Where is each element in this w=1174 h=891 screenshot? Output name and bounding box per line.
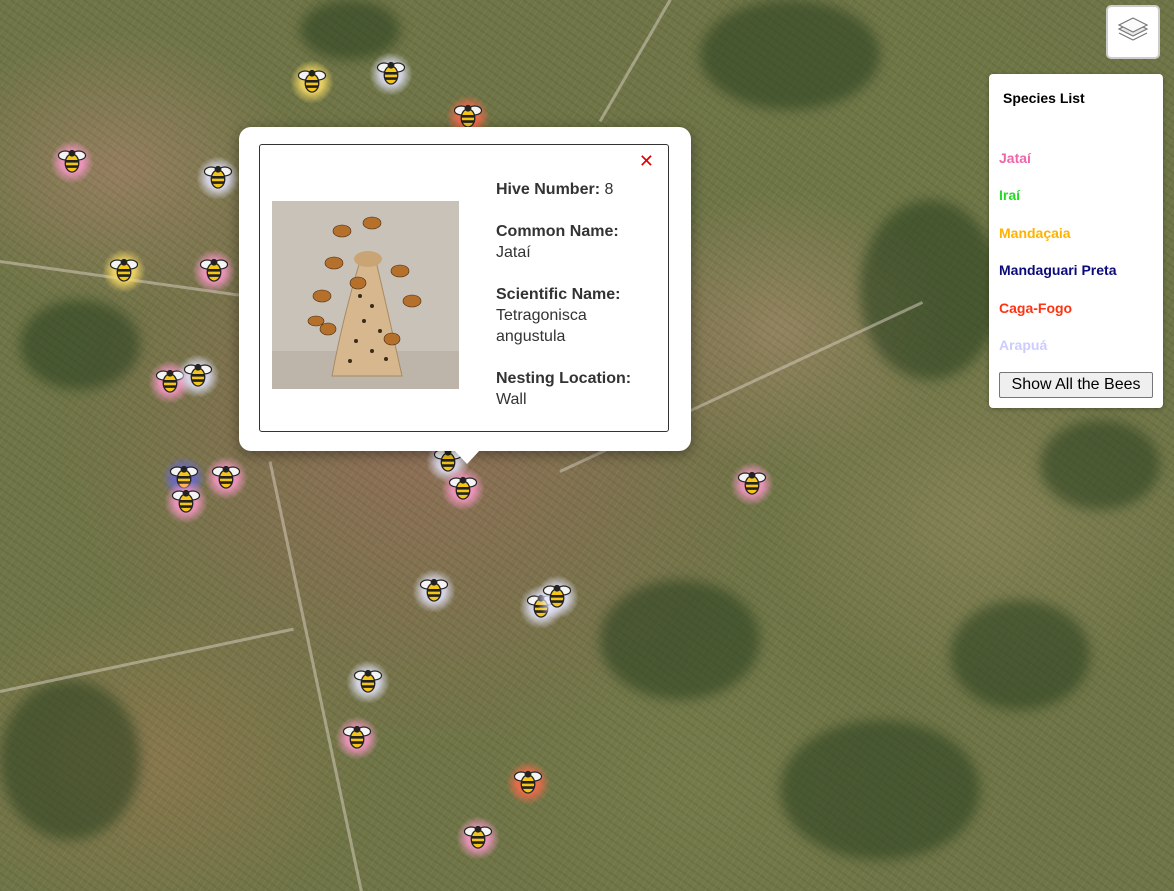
bee-icon [183, 359, 213, 394]
bee-marker[interactable] [290, 60, 334, 104]
legend-item-mandaguari-preta[interactable]: Mandaguari Preta [999, 262, 1116, 278]
nesting-location-value: Wall [496, 391, 527, 408]
bee-marker[interactable] [369, 52, 413, 96]
popup-content: ✕ Hive Number: 8 Common Name: Jataí Scie… [259, 144, 669, 432]
bee-marker[interactable] [412, 569, 456, 613]
bee-icon [419, 574, 449, 609]
scientific-name-label: Scientific Name: [496, 286, 621, 303]
legend-item-arapua[interactable]: Arapuá [999, 337, 1047, 353]
bee-marker[interactable] [346, 660, 390, 704]
legend-item-caga-fogo[interactable]: Caga-Fogo [999, 300, 1072, 316]
vegetation-patch [20, 300, 140, 390]
species-legend: Species List Jataí Iraí Mandaçaia Mandag… [989, 74, 1163, 408]
bee-icon [342, 721, 372, 756]
vegetation-patch [0, 680, 140, 840]
bee-marker[interactable] [730, 462, 774, 506]
bee-marker[interactable] [204, 456, 248, 500]
hive-number-value: 8 [604, 181, 614, 198]
bee-marker[interactable] [164, 480, 208, 524]
scientific-name-value: Tetragonisca angustula [496, 307, 587, 345]
nesting-location-row: Nesting Location: Wall [496, 368, 656, 410]
bee-marker[interactable] [50, 140, 94, 184]
bee-icon [542, 580, 572, 615]
legend-item-jatai[interactable]: Jataí [999, 150, 1031, 166]
bee-icon [57, 145, 87, 180]
vegetation-patch [950, 600, 1090, 710]
bee-icon [109, 254, 139, 289]
common-name-row: Common Name: Jataí [496, 221, 656, 263]
bee-icon [513, 766, 543, 801]
close-icon[interactable]: ✕ [639, 151, 654, 171]
bee-marker[interactable] [456, 816, 500, 860]
hive-popup: ✕ Hive Number: 8 Common Name: Jataí Scie… [239, 127, 691, 451]
bee-icon [448, 472, 478, 507]
legend-item-irai[interactable]: Iraí [999, 187, 1020, 203]
vegetation-patch [300, 0, 400, 60]
bee-icon [297, 65, 327, 100]
bee-icon [463, 821, 493, 856]
layers-control-button[interactable] [1106, 5, 1160, 59]
bee-marker[interactable] [192, 249, 236, 293]
common-name-label: Common Name: [496, 223, 619, 240]
legend-title: Species List [1003, 90, 1085, 106]
hive-number-label: Hive Number: [496, 181, 601, 198]
hive-number-row: Hive Number: 8 [496, 179, 656, 200]
bee-marker[interactable] [335, 716, 379, 760]
common-name-value: Jataí [496, 244, 531, 261]
vegetation-patch [600, 580, 760, 700]
vegetation-patch [860, 200, 1000, 380]
scientific-name-row: Scientific Name: Tetragonisca angustula [496, 284, 656, 347]
layers-icon [1116, 14, 1150, 51]
bee-nest-photo [272, 201, 459, 389]
bee-marker[interactable] [196, 156, 240, 200]
bee-icon [211, 461, 241, 496]
bee-icon [353, 665, 383, 700]
bee-marker[interactable] [102, 249, 146, 293]
bee-marker[interactable] [535, 575, 579, 619]
satellite-map[interactable]: Species List Jataí Iraí Mandaçaia Mandag… [0, 0, 1174, 891]
legend-item-mandacaia[interactable]: Mandaçaia [999, 225, 1071, 241]
bee-icon [203, 161, 233, 196]
bee-icon [376, 57, 406, 92]
bee-marker[interactable] [441, 467, 485, 511]
bee-icon [171, 485, 201, 520]
vegetation-patch [1040, 420, 1160, 510]
bee-marker[interactable] [176, 354, 220, 398]
bee-icon [737, 467, 767, 502]
vegetation-patch [700, 0, 880, 110]
vegetation-patch [780, 720, 980, 860]
popup-tip [453, 449, 481, 464]
show-all-bees-button[interactable]: Show All the Bees [999, 372, 1153, 398]
nesting-location-label: Nesting Location: [496, 370, 632, 387]
bee-icon [199, 254, 229, 289]
hive-info: Hive Number: 8 Common Name: Jataí Scient… [496, 179, 656, 431]
bee-marker[interactable] [506, 761, 550, 805]
